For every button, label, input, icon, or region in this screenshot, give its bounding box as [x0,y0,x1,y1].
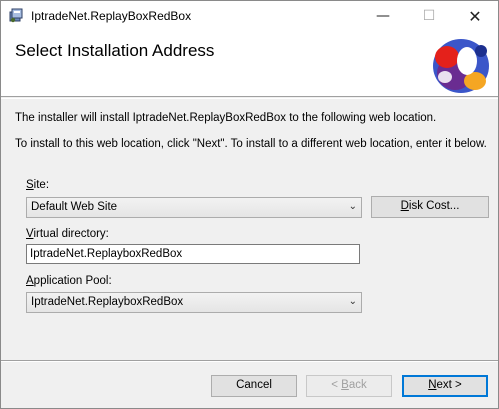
site-label-text: ite: [33,179,50,191]
site-dropdown-value: Default Web Site [31,201,118,213]
bt-globe-logo [433,39,489,93]
instruction-line-1: The installer will install IptradeNet.Re… [15,112,437,124]
installer-window: IptradeNet.ReplayBoxRedBox — ☐ ✕ Select … [0,0,499,409]
chevron-down-icon: ⌄ [348,296,357,307]
back-button[interactable]: < Back [306,375,392,397]
back-label: ack [348,379,367,391]
next-label: ext > [436,379,462,391]
title-bar[interactable]: IptradeNet.ReplayBoxRedBox — ☐ ✕ [1,1,498,31]
site-dropdown[interactable]: Default Web Site ⌄ [26,197,362,218]
installer-package-icon [9,8,23,23]
window-title: IptradeNet.ReplayBoxRedBox [31,9,192,23]
disk-cost-button[interactable]: Disk Cost... [371,196,489,218]
minimize-button[interactable]: — [360,1,406,31]
close-button[interactable]: ✕ [452,1,498,31]
next-button[interactable]: Next > [402,375,488,397]
virtual-directory-label: Virtual directory: [26,228,109,240]
disk-cost-label: isk Cost... [408,200,460,212]
virtual-directory-input[interactable]: IptradeNet.ReplayboxRedBox [26,244,360,264]
site-label: Site: [26,179,49,191]
back-mnemonic: B [341,379,349,391]
disk-cost-mnemonic: D [400,200,409,212]
application-pool-dropdown[interactable]: IptradeNet.ReplayboxRedBox ⌄ [26,292,362,313]
chevron-down-icon: ⌄ [348,201,357,212]
site-label-mnemonic: S [26,179,34,191]
next-mnemonic: N [428,379,437,391]
pool-dropdown-value: IptradeNet.ReplayboxRedBox [31,296,184,308]
header-edge [1,98,498,99]
back-prefix: < [331,379,342,391]
pool-label-mnemonic: A [26,275,34,287]
maximize-button[interactable]: ☐ [406,1,452,31]
cancel-button[interactable]: Cancel [211,375,297,397]
vdir-label-text: irtual directory: [33,228,109,240]
pool-label-text: pplication Pool: [33,275,112,287]
wizard-header: Select Installation Address [1,31,498,97]
footer-separator-highlight [1,361,498,362]
page-title: Select Installation Address [15,41,215,60]
application-pool-label: Application Pool: [26,275,112,287]
instruction-line-2: To install to this web location, click "… [15,138,487,150]
